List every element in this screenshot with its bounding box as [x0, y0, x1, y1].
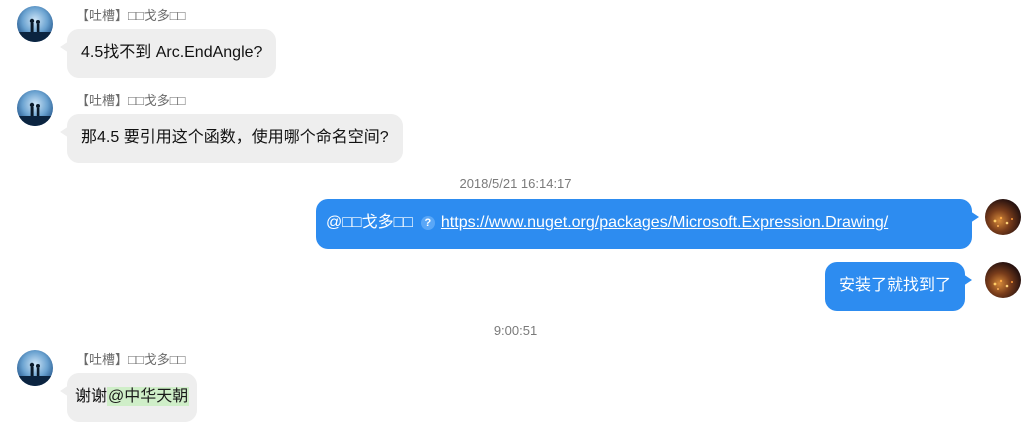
- message-bubble[interactable]: 安装了就找到了: [825, 262, 973, 311]
- message-bubble[interactable]: 4.5找不到 Arc.EndAngle?: [59, 29, 277, 78]
- timestamp: 2018/5/21 16:14:17: [459, 176, 572, 191]
- message-bubble[interactable]: 那4.5 要引用这个函数，使用哪个命名空间?: [60, 114, 403, 163]
- silhouette-icon: [17, 102, 53, 126]
- chat-window: 【吐槽】□□戈多□□ 4.5找不到 Arc.EndAngle? 【吐槽】□□戈多…: [0, 0, 1031, 426]
- message-bubble[interactable]: @□□戈多□□? https://www.nuget.org/packages/M…: [316, 199, 979, 249]
- message-text: 谢谢: [75, 388, 108, 405]
- message-text: 那4.5 要引用这个函数，使用哪个命名空间?: [81, 129, 389, 146]
- my-avatar[interactable]: [985, 199, 1021, 235]
- my-avatar[interactable]: [985, 262, 1021, 298]
- silhouette-icon: [17, 18, 53, 42]
- sender-avatar[interactable]: [17, 6, 53, 42]
- message-link[interactable]: https://www.nuget.org/packages/Microsoft…: [441, 214, 888, 231]
- sender-avatar[interactable]: [17, 90, 53, 126]
- message-bubble[interactable]: 谢谢@中华天朝: [59, 373, 198, 422]
- sender-name[interactable]: 【吐槽】□□戈多□□: [76, 349, 185, 368]
- mention[interactable]: @□□戈多□□: [326, 214, 413, 231]
- message-text: 4.5找不到 Arc.EndAngle?: [81, 44, 263, 61]
- question-circle-icon[interactable]: ?: [420, 215, 435, 230]
- silhouette-icon: [17, 362, 53, 386]
- message-text: 安装了就找到了: [839, 277, 952, 294]
- city-night-icon: [993, 216, 1013, 227]
- sender-name[interactable]: 【吐槽】□□戈多□□: [76, 90, 185, 109]
- city-night-icon: [993, 279, 1013, 290]
- sender-avatar[interactable]: [17, 350, 53, 386]
- mention[interactable]: @中华天朝: [107, 387, 190, 406]
- sender-name[interactable]: 【吐槽】□□戈多□□: [76, 5, 185, 24]
- timestamp: 9:00:51: [493, 323, 538, 338]
